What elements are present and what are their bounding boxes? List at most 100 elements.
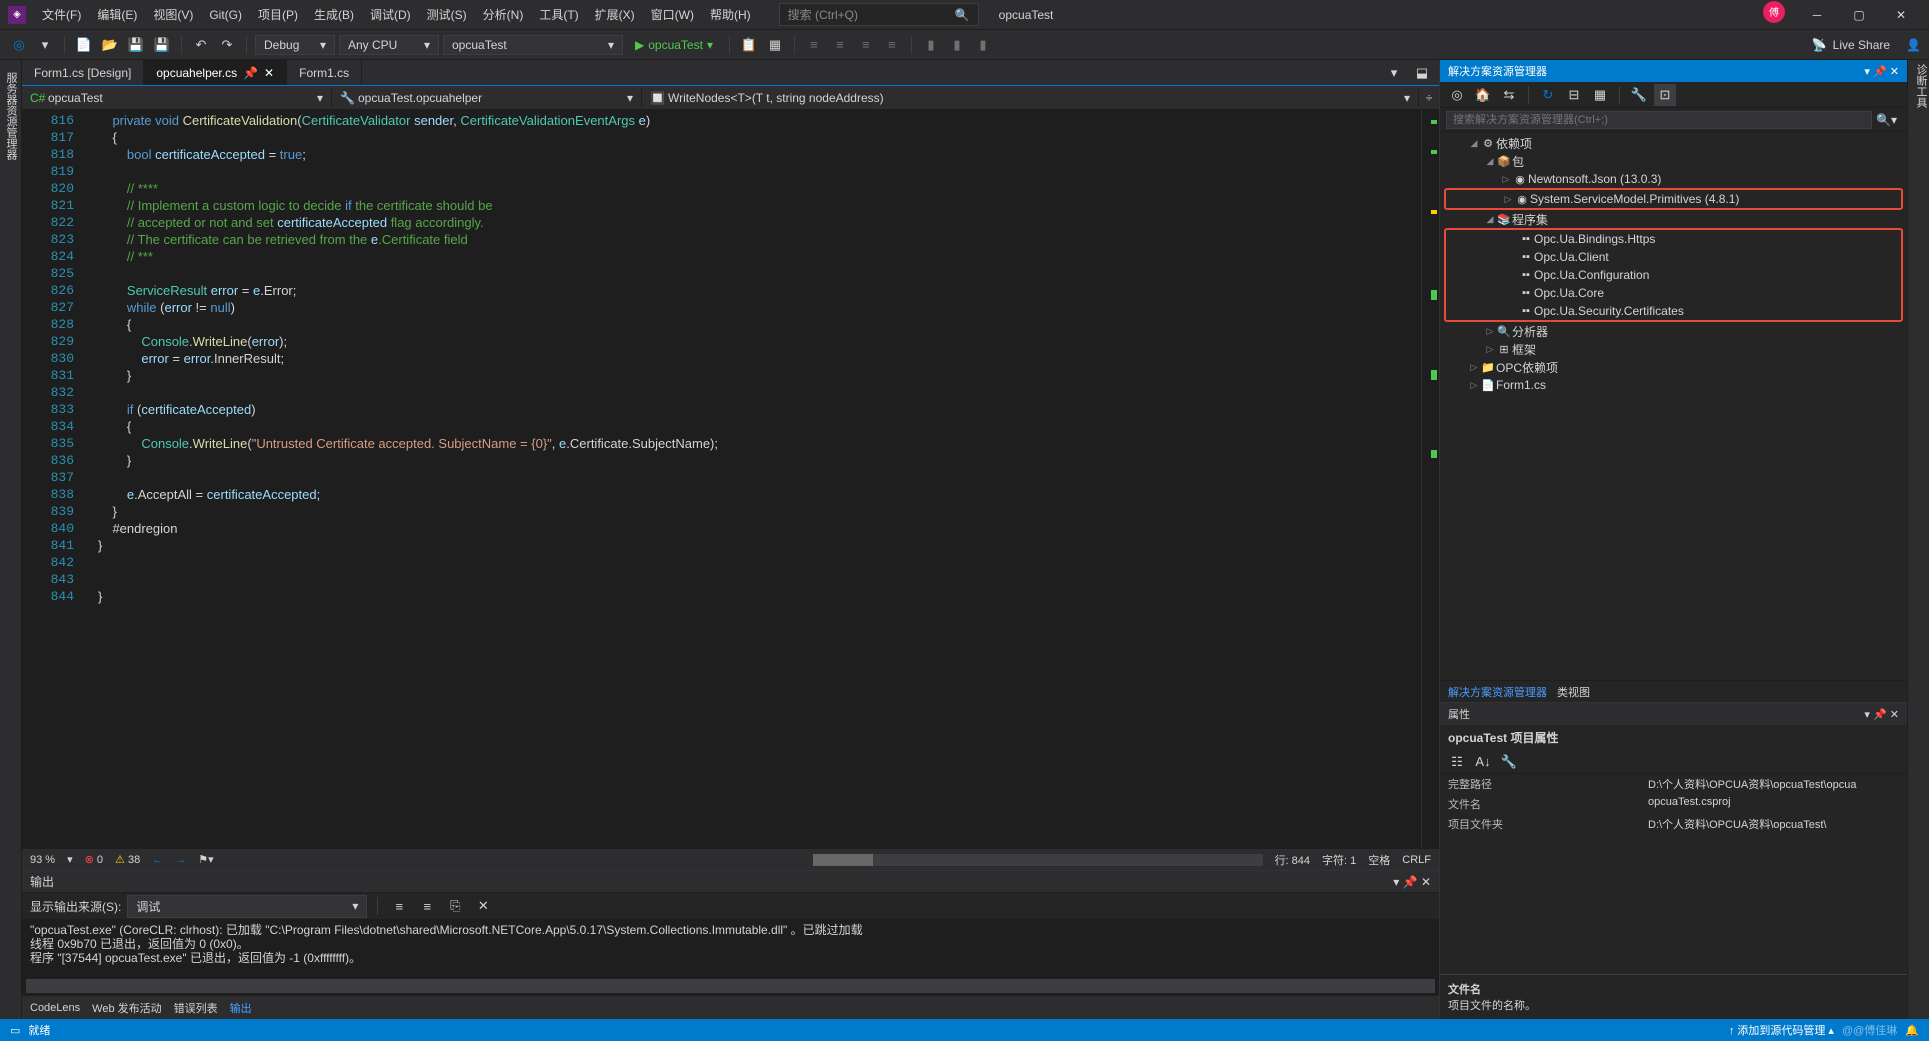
tree-analyzers[interactable]: ▷🔍分析器	[1440, 322, 1907, 340]
forward-button[interactable]: ▾	[34, 34, 56, 56]
se-search-input[interactable]	[1446, 111, 1872, 129]
tree-asm-1[interactable]: ▪▪Opc.Ua.Client	[1446, 248, 1901, 266]
error-count[interactable]: ⊗ 0	[85, 853, 103, 866]
spaces-indicator[interactable]: 空格	[1368, 852, 1390, 868]
tree-asm-4[interactable]: ▪▪Opc.Ua.Security.Certificates	[1446, 302, 1901, 320]
tree-asm-2[interactable]: ▪▪Opc.Ua.Configuration	[1446, 266, 1901, 284]
warning-count[interactable]: ⚠ 38	[115, 853, 140, 866]
se-collapse-icon[interactable]: ⊟	[1563, 84, 1585, 106]
tree-dependencies[interactable]: ◢⚙依赖项	[1440, 134, 1907, 152]
live-share-button[interactable]: 📡 Live Share 👤	[1812, 38, 1921, 52]
menu-edit[interactable]: 编辑(E)	[89, 6, 145, 23]
se-preview-icon[interactable]: ⊡	[1654, 84, 1676, 106]
se-dropdown-icon[interactable]: ▾	[1864, 66, 1870, 78]
outline-margin[interactable]	[82, 110, 98, 848]
pin-icon[interactable]: 📌	[243, 66, 258, 80]
left-rail-toolbox[interactable]: 工具箱	[0, 64, 1, 1015]
tab-form1-design[interactable]: Form1.cs [Design]	[22, 60, 144, 85]
tb-icon-4[interactable]: ≡	[829, 34, 851, 56]
output-content[interactable]: "opcuaTest.exe" (CoreCLR: clrhost): 已加载 …	[22, 919, 1439, 979]
user-avatar[interactable]: 傅	[1763, 1, 1785, 23]
undo-button[interactable]: ↶	[190, 34, 212, 56]
nav-project-dropdown[interactable]: C# opcuaTest▾	[22, 89, 332, 107]
se-pin-icon[interactable]: 📌	[1873, 66, 1887, 78]
next-issue-button[interactable]: →	[175, 854, 186, 866]
menu-analyze[interactable]: 分析(N)	[475, 6, 532, 23]
output-wrap-icon[interactable]: ≡	[416, 895, 438, 917]
se-properties-icon[interactable]: 🔧	[1628, 84, 1650, 106]
props-grid[interactable]: 完整路径D:\个人资料\OPCUA资料\opcuaTest\opcua 文件名o…	[1440, 774, 1907, 834]
se-sync-icon[interactable]: ⇆	[1498, 84, 1520, 106]
se-search-icon[interactable]: 🔍▾	[1872, 113, 1901, 127]
tb-icon-7[interactable]: ▮	[920, 34, 942, 56]
tree-asm-3[interactable]: ▪▪Opc.Ua.Core	[1446, 284, 1901, 302]
open-button[interactable]: 📂	[99, 34, 121, 56]
props-az-icon[interactable]: A↓	[1472, 751, 1494, 773]
new-item-button[interactable]: 📄	[73, 34, 95, 56]
tree-asm-0[interactable]: ▪▪Opc.Ua.Bindings.Https	[1446, 230, 1901, 248]
solution-tree[interactable]: ◢⚙依赖项 ◢📦包 ▷◉Newtonsoft.Json (13.0.3) ▷◉S…	[1440, 132, 1907, 680]
tb-icon-3[interactable]: ≡	[803, 34, 825, 56]
overview-ruler[interactable]	[1421, 110, 1439, 848]
line-indicator[interactable]: 行: 844	[1275, 852, 1310, 868]
tab-web-publish[interactable]: Web 发布活动	[92, 1000, 161, 1016]
menu-file[interactable]: 文件(F)	[34, 6, 89, 23]
output-clear-icon[interactable]: ≡	[388, 895, 410, 917]
output-h-scrollbar[interactable]	[26, 979, 1435, 993]
se-show-all-icon[interactable]: ▦	[1589, 84, 1611, 106]
flag-icon[interactable]: ⚑▾	[198, 853, 213, 866]
eol-indicator[interactable]: CRLF	[1402, 854, 1431, 866]
prev-issue-button[interactable]: ←	[152, 854, 163, 866]
output-close-icon[interactable]: ✕	[1421, 875, 1431, 889]
startup-dropdown[interactable]: opcuaTest▾	[443, 35, 623, 55]
tb-icon-9[interactable]: ▮	[972, 34, 994, 56]
tabs-dropdown-icon[interactable]: ▾	[1383, 62, 1405, 84]
tab-form1-cs[interactable]: Form1.cs	[287, 60, 362, 85]
output-pin-icon[interactable]: ▾ 📌	[1393, 875, 1417, 889]
global-search[interactable]: 搜索 (Ctrl+Q) 🔍	[779, 3, 979, 26]
se-home-icon[interactable]: 🏠	[1472, 84, 1494, 106]
menu-build[interactable]: 生成(B)	[306, 6, 362, 23]
h-scrollbar[interactable]	[813, 854, 1263, 866]
tb-icon-2[interactable]: ▦	[764, 34, 786, 56]
tab-output[interactable]: 输出	[230, 1000, 252, 1016]
nav-split-icon[interactable]: ÷	[1419, 91, 1439, 105]
tab-error-list[interactable]: 错误列表	[174, 1000, 218, 1016]
menu-tools[interactable]: 工具(T)	[531, 6, 586, 23]
platform-dropdown[interactable]: Any CPU▾	[339, 35, 439, 55]
menu-window[interactable]: 窗口(W)	[643, 6, 702, 23]
add-source-control[interactable]: ↑ 添加到源代码管理 ▴	[1729, 1022, 1834, 1038]
tb-icon-8[interactable]: ▮	[946, 34, 968, 56]
run-button[interactable]: ▶ opcuaTest ▾	[627, 36, 721, 54]
back-button[interactable]: ◎	[8, 34, 30, 56]
tree-assemblies[interactable]: ◢📚程序集	[1440, 210, 1907, 228]
close-button[interactable]: ✕	[1881, 1, 1921, 29]
tab-codelens[interactable]: CodeLens	[30, 1002, 80, 1014]
props-cat-icon[interactable]: ☷	[1446, 751, 1468, 773]
minimize-button[interactable]: ─	[1797, 1, 1837, 29]
tree-form1-cs[interactable]: ▷📄Form1.cs	[1440, 376, 1907, 394]
right-rail-diagnostics[interactable]: 诊断工具	[1913, 64, 1929, 1015]
tab-opcuahelper[interactable]: opcuahelper.cs 📌 ✕	[144, 60, 287, 85]
output-clear2-icon[interactable]: ✕	[472, 895, 494, 917]
output-source-dropdown[interactable]: 调试▾	[127, 895, 367, 918]
tree-servicemodel[interactable]: ▷◉System.ServiceModel.Primitives (4.8.1)	[1446, 190, 1901, 208]
save-all-button[interactable]: 💾	[151, 34, 173, 56]
zoom-level[interactable]: 93 %	[30, 854, 55, 866]
menu-project[interactable]: 项目(P)	[250, 6, 306, 23]
menu-test[interactable]: 测试(S)	[419, 6, 475, 23]
redo-button[interactable]: ↷	[216, 34, 238, 56]
account-icon[interactable]: 👤	[1906, 38, 1921, 52]
code-content[interactable]: private void CertificateValidation(Certi…	[98, 110, 1421, 848]
tree-opc-deps[interactable]: ▷📁OPC依赖项	[1440, 358, 1907, 376]
close-tab-icon[interactable]: ✕	[264, 66, 274, 80]
menu-help[interactable]: 帮助(H)	[702, 6, 759, 23]
menu-git[interactable]: Git(G)	[201, 8, 250, 22]
maximize-button[interactable]: ▢	[1839, 1, 1879, 29]
split-window-icon[interactable]: ⬓	[1411, 62, 1433, 84]
nav-class-dropdown[interactable]: 🔧 opcuaTest.opcuahelper▾	[332, 89, 642, 107]
tree-frameworks[interactable]: ▷⊞框架	[1440, 340, 1907, 358]
tb-icon-6[interactable]: ≡	[881, 34, 903, 56]
left-rail-server-explorer[interactable]: 服务器资源管理器	[1, 64, 21, 1015]
se-back-icon[interactable]: ◎	[1446, 84, 1468, 106]
